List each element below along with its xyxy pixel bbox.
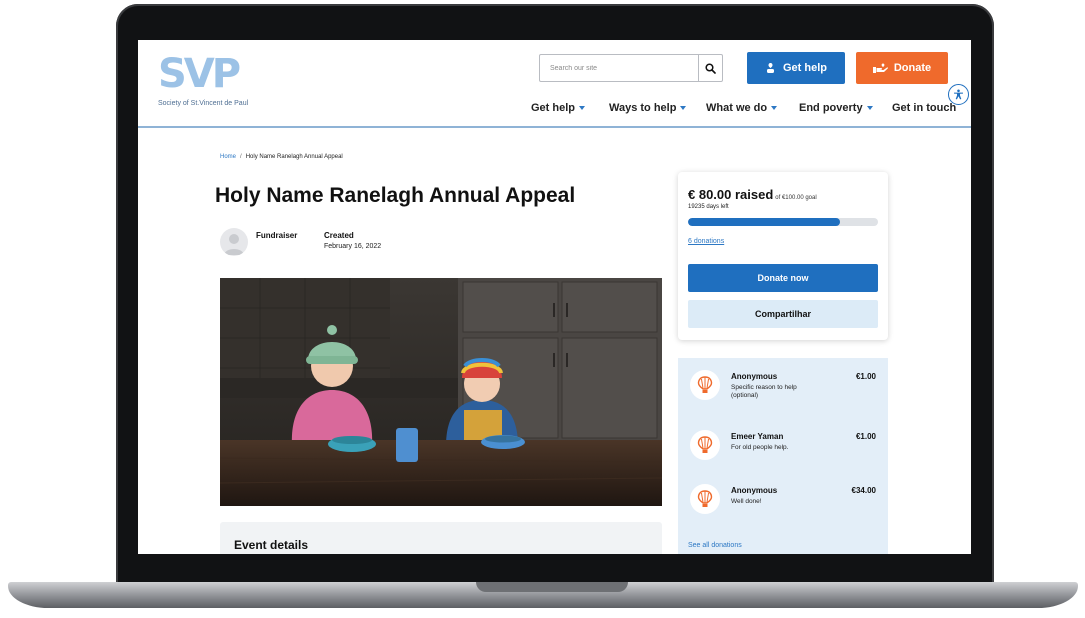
see-all-donations-link[interactable]: See all donations (688, 542, 742, 549)
chevron-down-icon (579, 106, 586, 110)
breadcrumb: Home / Holy Name Ranelagh Annual Appeal (220, 154, 343, 160)
progress-bar (688, 218, 878, 226)
list-item: Emeer Yaman For old people help. €1.00 (686, 428, 882, 474)
donations-count-link[interactable]: 6 donations (688, 238, 724, 245)
svp-logo[interactable]: SVP Society of St.Vincent de Paul (158, 52, 268, 116)
logo-text: Society of St.Vincent de Paul (158, 100, 249, 107)
chevron-down-icon (866, 106, 873, 110)
donation-amount: €1.00 (855, 372, 876, 381)
donor-message: Well done! (731, 498, 762, 505)
logo-mark: SVP (158, 51, 241, 97)
list-item: Anonymous Specific reason to help (optio… (686, 368, 882, 414)
donor-message: For old people help. (731, 444, 789, 451)
goal-text: of €100.00 goal (775, 195, 817, 201)
breadcrumb-home-link[interactable]: Home (220, 154, 236, 160)
days-left: 19235 days left (688, 204, 729, 210)
raised-line: € 80.00 raised of €100.00 goal (688, 186, 817, 204)
search-input[interactable] (540, 55, 700, 81)
fundraiser-label: Fundraiser (256, 231, 298, 240)
event-details-title: Event details (234, 538, 309, 552)
breadcrumb-separator: / (240, 154, 242, 160)
donor-name: Emeer Yaman (731, 432, 784, 441)
search-box (539, 54, 723, 82)
page-title: Holy Name Ranelagh Annual Appeal (215, 184, 576, 207)
search-button[interactable] (698, 55, 722, 81)
hot-air-balloon-icon (690, 430, 720, 460)
get-help-label: Get help (782, 62, 827, 74)
donor-message: Specific reason to help (optional) (731, 384, 797, 399)
accessibility-icon (954, 89, 963, 100)
share-button[interactable]: Compartilhar (688, 300, 878, 328)
raised-amount: € 80.00 raised (688, 187, 774, 202)
children-eating-illustration (220, 278, 662, 506)
hand-heart-icon (766, 63, 774, 73)
nav-end-poverty[interactable]: End poverty (799, 102, 873, 114)
avatar (220, 228, 248, 256)
donate-label: Donate (893, 62, 932, 74)
donor-name: Anonymous (731, 486, 778, 495)
event-details-section: Event details (220, 522, 662, 554)
hero-image (220, 278, 662, 506)
created-date: February 16, 2022 (324, 243, 382, 250)
donate-now-button[interactable]: Donate now (688, 264, 878, 292)
progress-fill (688, 218, 840, 226)
list-item: Anonymous Well done! €34.00 (686, 482, 882, 528)
fundraiser-info: Fundraiser Created February 16, 2022 (220, 228, 420, 258)
nav-get-in-touch[interactable]: Get in touch (892, 102, 956, 114)
site-header: SVP Society of St.Vincent de Paul Get he… (138, 40, 971, 128)
chevron-down-icon (680, 106, 687, 110)
donation-card: € 80.00 raised of €100.00 goal 19235 days… (678, 172, 888, 340)
donation-amount: €34.00 (851, 486, 876, 495)
created-label: Created (324, 231, 354, 240)
donate-hand-icon (872, 63, 888, 73)
breadcrumb-current: Holy Name Ranelagh Annual Appeal (245, 154, 343, 160)
browser-screen: SVP Society of St.Vincent de Paul Get he… (138, 40, 971, 554)
donation-amount: €1.00 (855, 432, 876, 441)
user-icon (224, 234, 244, 255)
donate-button[interactable]: Donate (856, 52, 948, 84)
nav-get-help[interactable]: Get help (531, 102, 586, 114)
chevron-down-icon (771, 106, 778, 110)
donations-list: Anonymous Specific reason to help (optio… (678, 358, 888, 554)
nav-what-we-do[interactable]: What we do (706, 102, 778, 114)
donor-name: Anonymous (731, 372, 778, 381)
nav-ways-to-help[interactable]: Ways to help (609, 102, 687, 114)
get-help-button[interactable]: Get help (747, 52, 845, 84)
hot-air-balloon-icon (690, 484, 720, 514)
laptop-notch (476, 582, 628, 592)
search-icon (705, 62, 716, 74)
hot-air-balloon-icon (690, 370, 720, 400)
